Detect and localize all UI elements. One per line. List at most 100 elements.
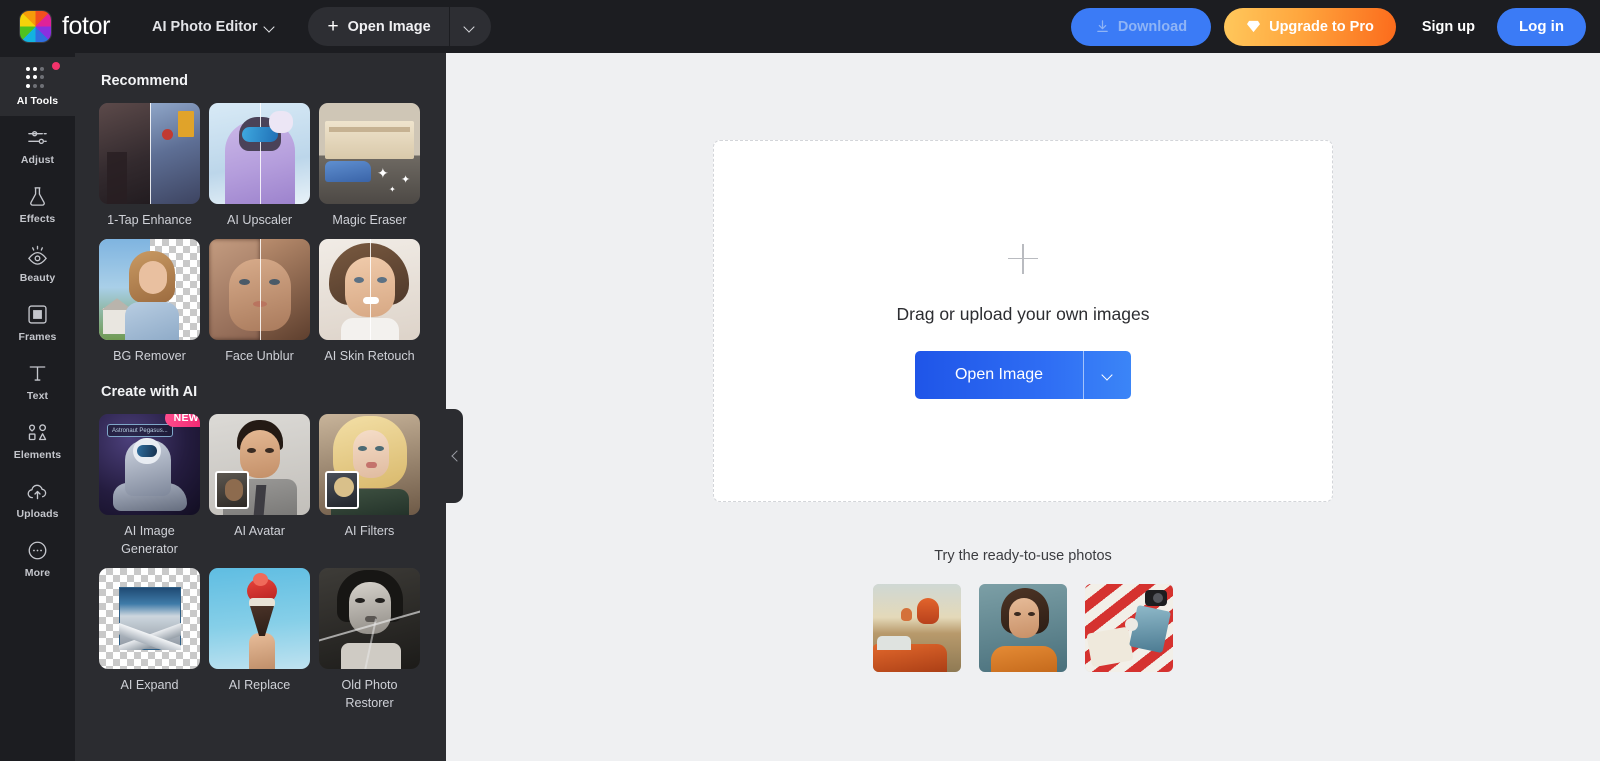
tool-tile-label: Face Unblur: [225, 349, 294, 364]
ready-photo-item[interactable]: [1085, 584, 1173, 672]
image-dropzone[interactable]: Drag or upload your own images Open Imag…: [713, 140, 1333, 502]
header-open-image-dropdown[interactable]: [448, 7, 491, 46]
tool-thumbnail: [209, 103, 310, 204]
editor-body: AI Tools Adjust Effects Beauty Frames Te…: [0, 53, 1600, 761]
sidebar-item-uploads[interactable]: Uploads: [0, 470, 75, 529]
tool-tile-label: AI Avatar: [234, 523, 285, 538]
ready-photos-row: [873, 584, 1173, 672]
download-button[interactable]: Download: [1070, 7, 1212, 46]
ready-photo-item[interactable]: [979, 584, 1067, 672]
sidebar-item-beauty[interactable]: Beauty: [0, 234, 75, 293]
plus-icon: [1008, 243, 1038, 274]
tool-tile-ai-avatar[interactable]: AI Avatar: [209, 413, 310, 559]
editor-canvas: Drag or upload your own images Open Imag…: [446, 53, 1600, 761]
dot-grid-icon: [26, 66, 49, 90]
tool-tile-label: AI Expand: [120, 678, 179, 692]
dropzone-text: Drag or upload your own images: [896, 303, 1150, 324]
tool-tile-label: Magic Eraser: [332, 213, 407, 227]
dropzone-open-image-label: Open Image: [954, 365, 1044, 383]
header-open-image-button[interactable]: + Open Image: [307, 7, 491, 46]
ellipsis-circle-icon: [28, 541, 47, 559]
tool-tile-ai-replace[interactable]: AI Replace: [209, 568, 310, 713]
tool-tile-ai-image-generator[interactable]: Astronaut Pegasus... NEW AI Image Genera…: [99, 413, 200, 559]
tool-tile-ai-expand[interactable]: AI Expand: [99, 568, 200, 713]
tool-thumbnail: [99, 103, 200, 204]
sidebar-item-more[interactable]: More: [0, 529, 75, 588]
tool-thumbnail: [319, 568, 420, 669]
eye-icon: [28, 245, 47, 265]
tool-thumbnail: [319, 239, 420, 341]
ai-tools-panel-content: Recommend 1-Tap Enhance AI Upscaler ✦ ✦ …: [75, 73, 446, 713]
section-title-create-with-ai: Create with AI: [101, 383, 198, 400]
tool-thumbnail: ✦ ✦ ✦: [319, 103, 420, 204]
tool-tile-face-unblur[interactable]: Face Unblur: [209, 239, 310, 365]
tool-thumbnail: [319, 413, 420, 515]
sidebar-item-effects[interactable]: Effects: [0, 175, 75, 234]
sidebar-item-label: Elements: [13, 448, 62, 461]
tool-thumbnail: [209, 239, 310, 341]
ready-photos-title: Try the ready-to-use photos: [934, 548, 1112, 564]
source-photo-inset: [325, 470, 359, 509]
text-t-icon: [29, 365, 46, 381]
sidebar-item-label: Frames: [18, 330, 57, 343]
tool-tile-label: AI Filters: [344, 523, 395, 538]
tool-tile-label: AI Skin Retouch: [324, 349, 415, 364]
dropzone-open-image-main[interactable]: Open Image: [915, 351, 1083, 399]
sidebar-item-label: Effects: [19, 212, 56, 225]
log-in-button[interactable]: Log in: [1497, 7, 1586, 46]
tool-thumbnail: [99, 239, 200, 341]
app-switcher[interactable]: AI Photo Editor: [152, 19, 275, 35]
ready-photo-item[interactable]: [873, 584, 961, 672]
tool-tile-label: AI Upscaler: [226, 213, 293, 227]
tool-tile-magic-eraser[interactable]: ✦ ✦ ✦ Magic Eraser: [319, 103, 420, 229]
dropzone-open-image-button[interactable]: Open Image: [914, 350, 1132, 399]
chevron-left-icon: [451, 452, 459, 460]
source-photo-inset: [215, 470, 249, 509]
sidebar-item-text[interactable]: Text: [0, 352, 75, 411]
header-open-image-label: Open Image: [347, 18, 431, 35]
tool-tile-bg-remover[interactable]: BG Remover: [99, 239, 200, 365]
sidebar-item-label: Beauty: [19, 271, 56, 284]
panel-collapse-handle[interactable]: [446, 409, 463, 503]
sign-up-button[interactable]: Sign up: [1422, 19, 1475, 35]
tool-tile-ai-upscaler[interactable]: AI Upscaler: [209, 103, 310, 229]
tool-thumbnail: Astronaut Pegasus... NEW: [99, 413, 200, 515]
sidebar-item-label: Adjust: [20, 153, 55, 166]
tool-tile-label: BG Remover: [113, 349, 186, 364]
upgrade-to-pro-button[interactable]: Upgrade to Pro: [1224, 7, 1396, 46]
tool-thumbnail: [209, 413, 310, 515]
dropzone-open-image-dropdown[interactable]: [1083, 350, 1131, 399]
chevron-down-icon: [1103, 370, 1113, 380]
sidebar-item-label: Uploads: [16, 507, 59, 520]
tool-tile-ai-filters[interactable]: AI Filters: [319, 413, 420, 559]
sidebar-item-elements[interactable]: Elements: [0, 411, 75, 470]
tool-tile-label: Old Photo Restorer: [341, 678, 398, 711]
fotor-color-wheel-icon: [20, 11, 51, 42]
ai-tools-panel: Recommend 1-Tap Enhance AI Upscaler ✦ ✦ …: [75, 53, 446, 761]
app-switcher-label: AI Photo Editor: [152, 18, 258, 35]
frame-icon: [28, 304, 47, 324]
brand-name: fotor: [62, 12, 111, 40]
recommend-tile-grid: 1-Tap Enhance AI Upscaler ✦ ✦ ✦ Magic Er…: [99, 103, 422, 366]
create-with-ai-tile-grid: Astronaut Pegasus... NEW AI Image Genera…: [99, 413, 422, 713]
sidebar-item-frames[interactable]: Frames: [0, 293, 75, 352]
shapes-icon: [28, 423, 47, 440]
sidebar-item-ai-tools[interactable]: AI Tools: [0, 57, 75, 116]
flask-icon: [30, 186, 45, 206]
tool-tile-1-tap-enhance[interactable]: 1-Tap Enhance: [99, 103, 200, 229]
tool-tile-label: AI Replace: [228, 678, 291, 692]
prompt-chip: Astronaut Pegasus...: [107, 423, 173, 437]
diamond-icon: [1247, 20, 1261, 33]
download-icon: [1097, 20, 1108, 32]
brand-logo[interactable]: fotor: [20, 11, 110, 42]
header-open-image-main[interactable]: + Open Image: [308, 7, 449, 46]
log-in-label: Log in: [1519, 18, 1564, 35]
sidebar-item-adjust[interactable]: Adjust: [0, 116, 75, 175]
notification-badge-icon: [52, 62, 60, 70]
new-badge: NEW: [164, 413, 200, 427]
chevron-down-icon: [465, 22, 475, 32]
tool-tile-old-photo-restorer[interactable]: Old Photo Restorer: [319, 568, 420, 713]
tool-tile-ai-skin-retouch[interactable]: AI Skin Retouch: [319, 239, 420, 365]
sidebar-item-label: More: [24, 566, 51, 579]
plus-icon: +: [327, 16, 339, 37]
